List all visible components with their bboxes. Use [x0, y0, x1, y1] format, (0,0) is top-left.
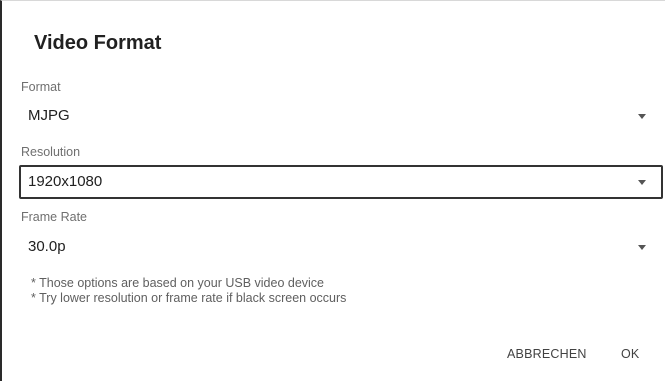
frame-rate-select[interactable]: 30.0p	[19, 230, 663, 264]
dropdown-arrow-icon	[638, 114, 646, 119]
resolution-label: Resolution	[21, 145, 81, 159]
frame-rate-value: 30.0p	[28, 238, 66, 255]
video-format-dialog: Video Format Format MJPG Resolution 1920…	[0, 0, 665, 381]
note-black-screen: * Try lower resolution or frame rate if …	[31, 291, 347, 305]
resolution-select[interactable]: 1920x1080	[19, 165, 663, 199]
format-value: MJPG	[28, 107, 70, 124]
dropdown-arrow-icon	[638, 245, 646, 250]
dialog-title: Video Format	[34, 32, 162, 54]
cancel-button[interactable]: ABBRECHEN	[507, 347, 587, 361]
help-notes: * Those options are based on your USB vi…	[31, 276, 346, 306]
note-usb-device: * Those options are based on your USB vi…	[31, 276, 325, 290]
ok-button[interactable]: OK	[621, 347, 639, 361]
frame-rate-label: Frame Rate	[21, 210, 87, 224]
resolution-value: 1920x1080	[28, 173, 103, 190]
dropdown-arrow-icon	[638, 180, 646, 185]
format-select[interactable]: MJPG	[19, 99, 663, 133]
format-label: Format	[21, 80, 61, 94]
